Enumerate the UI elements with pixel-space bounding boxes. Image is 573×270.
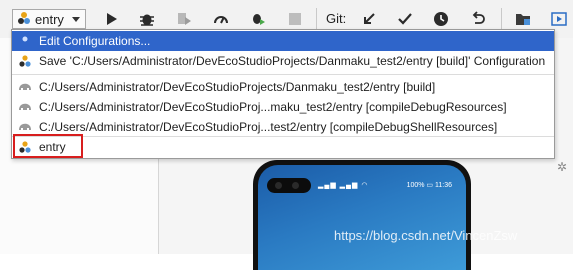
project-structure-folder-icon[interactable] <box>513 9 533 29</box>
profiler-icon[interactable] <box>211 9 231 29</box>
gradle-elephant-icon <box>18 100 32 114</box>
edit-config-icon <box>18 34 32 48</box>
run-configuration-dropdown: Edit Configurations... Save 'C:/Users/Ad… <box>11 29 555 159</box>
menu-item-label: C:/Users/Administrator/DevEcoStudioProj.… <box>39 100 507 114</box>
git-label: Git: <box>326 11 347 26</box>
camera-cutout <box>267 178 311 193</box>
menu-item-label: C:/Users/Administrator/DevEcoStudioProj.… <box>39 120 498 134</box>
harmony-module-icon <box>17 11 31 28</box>
run-with-coverage-icon[interactable] <box>248 9 268 29</box>
battery-icon: ▭ <box>426 182 434 189</box>
git-commit-check-icon[interactable] <box>395 9 415 29</box>
gradle-elephant-icon <box>18 120 32 134</box>
toolbar-separator <box>316 8 317 30</box>
clock-text: 11:36 <box>435 182 452 189</box>
run-configuration-selector[interactable]: entry <box>12 9 86 29</box>
config-item-compile-debug-shell-resources[interactable]: C:/Users/Administrator/DevEcoStudioProj.… <box>12 117 554 137</box>
status-bar-right: 100% ▭ 11:36 <box>407 181 452 189</box>
signal-wifi-icons: ▂▄▆ ▂▄▆ ◠ <box>318 182 369 189</box>
git-update-arrow-icon[interactable] <box>359 9 379 29</box>
toolbar-separator <box>501 8 502 30</box>
run-icon[interactable] <box>101 9 121 29</box>
menu-separator <box>12 74 554 75</box>
config-item-build[interactable]: C:/Users/Administrator/DevEcoStudioProje… <box>12 77 554 97</box>
debug-icon[interactable] <box>137 9 157 29</box>
config-item-compile-debug-resources[interactable]: C:/Users/Administrator/DevEcoStudioProj.… <box>12 97 554 117</box>
highlight-annotation-box <box>13 134 83 158</box>
save-configuration-item[interactable]: Save 'C:/Users/Administrator/DevEcoStudi… <box>12 51 554 71</box>
watermark-text: https://blog.csdn.net/VincenZsw <box>334 228 518 243</box>
gradle-elephant-icon <box>18 80 32 94</box>
menu-item-label: Edit Configurations... <box>39 34 151 48</box>
save-config-icon <box>18 54 32 68</box>
menu-item-label: Save 'C:/Users/Administrator/DevEcoStudi… <box>39 54 546 68</box>
config-item-entry[interactable]: entry <box>12 137 554 157</box>
attach-debugger-icon[interactable] <box>174 9 194 29</box>
stop-icon[interactable] <box>285 9 305 29</box>
gear-icon[interactable]: ✲ <box>557 160 567 174</box>
chevron-down-icon <box>72 16 80 22</box>
device-preview-icon[interactable] <box>549 9 569 29</box>
git-history-clock-icon[interactable] <box>431 9 451 29</box>
git-rollback-icon[interactable] <box>468 9 488 29</box>
battery-text: 100% <box>406 182 425 189</box>
menu-item-label: C:/Users/Administrator/DevEcoStudioProje… <box>39 80 436 94</box>
run-configuration-label: entry <box>35 11 64 27</box>
phone-screen: ▂▄▆ ▂▄▆ ◠ 100% ▭ 11:36 <box>258 165 466 270</box>
edit-configurations-item[interactable]: Edit Configurations... <box>12 31 554 51</box>
